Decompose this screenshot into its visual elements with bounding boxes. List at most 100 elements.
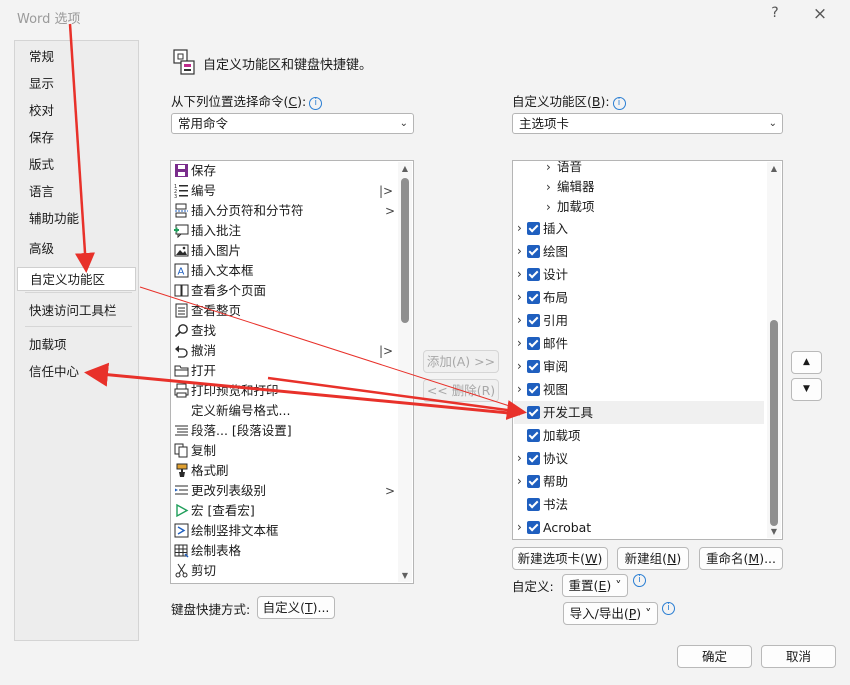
nav-item[interactable]: 语言 xyxy=(17,180,136,204)
command-item[interactable]: 定义新编号格式... xyxy=(173,401,397,421)
tab-checkbox[interactable] xyxy=(527,314,540,327)
nav-item[interactable]: 版式 xyxy=(17,153,136,177)
help-icon[interactable]: ? xyxy=(766,5,784,25)
tab-checkbox[interactable] xyxy=(527,268,540,281)
info-icon[interactable]: i xyxy=(633,574,646,587)
chevron-right-icon[interactable]: › xyxy=(517,309,522,332)
command-item[interactable]: 插入批注 xyxy=(173,221,397,241)
command-item[interactable]: 查找 xyxy=(173,321,397,341)
tab-checkbox[interactable] xyxy=(527,337,540,350)
ribbon-tab-item[interactable]: › 协议 xyxy=(514,447,764,470)
command-item[interactable]: 撤消 |> xyxy=(173,341,397,361)
ribbon-tab-item[interactable]: › 引用 xyxy=(514,309,764,332)
tab-checkbox[interactable] xyxy=(527,360,540,373)
rename-button[interactable]: 重命名(M)... xyxy=(699,547,783,570)
close-icon[interactable]: × xyxy=(810,4,830,26)
command-item[interactable]: 宏 [查看宏] xyxy=(173,501,397,521)
command-item[interactable]: 插入图片 xyxy=(173,241,397,261)
tab-checkbox[interactable] xyxy=(527,222,540,235)
chevron-right-icon[interactable]: › xyxy=(517,355,522,378)
scroll-down-icon[interactable]: ▼ xyxy=(400,571,410,580)
ribbon-tab-item[interactable]: › 绘图 xyxy=(514,240,764,263)
move-up-button[interactable]: ▲ xyxy=(791,351,822,374)
import-export-button[interactable]: 导入/导出(P) ˅ xyxy=(563,602,658,625)
ribbon-tab-item[interactable]: › Acrobat xyxy=(514,516,764,539)
reset-button[interactable]: 重置(E) ˅ xyxy=(562,574,628,597)
nav-item[interactable]: 常规 xyxy=(17,45,136,69)
tab-checkbox[interactable] xyxy=(527,245,540,258)
new-group-button[interactable]: 新建组(N) xyxy=(617,547,689,570)
ribbon-tab-item[interactable]: › 布局 xyxy=(514,286,764,309)
tab-checkbox[interactable] xyxy=(527,452,540,465)
tab-checkbox[interactable] xyxy=(527,291,540,304)
nav-item[interactable]: 信任中心 xyxy=(17,360,136,384)
chevron-right-icon[interactable]: › xyxy=(517,286,522,309)
command-item[interactable]: 复制 xyxy=(173,441,397,461)
cancel-button[interactable]: 取消 xyxy=(761,645,836,668)
chevron-right-icon[interactable]: › xyxy=(517,263,522,286)
remove-button[interactable]: << 删除(R) xyxy=(423,379,499,402)
nav-item[interactable]: 显示 xyxy=(17,72,136,96)
ribbon-tab-item[interactable]: › 邮件 xyxy=(514,332,764,355)
chevron-right-icon[interactable]: › xyxy=(546,197,551,217)
ok-button[interactable]: 确定 xyxy=(677,645,752,668)
command-item[interactable]: 绘制竖排文本框 xyxy=(173,521,397,541)
ribbon-tab-item[interactable]: › 视图 xyxy=(514,378,764,401)
command-item[interactable]: 绘制表格 xyxy=(173,541,397,561)
ribbon-tree-scrollbar[interactable]: ▲ ▼ xyxy=(767,162,781,538)
info-icon[interactable]: i xyxy=(309,97,323,110)
tab-checkbox[interactable] xyxy=(527,521,540,534)
command-item[interactable]: 格式刷 xyxy=(173,461,397,481)
ribbon-group-item[interactable]: › 语音 xyxy=(514,161,764,177)
ribbon-group-item[interactable]: › 加载项 xyxy=(514,197,764,217)
chevron-right-icon[interactable]: › xyxy=(517,217,522,240)
ribbon-group-item[interactable]: › 编辑器 xyxy=(514,177,764,197)
ribbon-tab-item[interactable]: › 帮助 xyxy=(514,470,764,493)
command-item[interactable]: 保存 xyxy=(173,161,397,181)
customize-shortcut-button[interactable]: 自定义(T)... xyxy=(257,596,335,619)
move-down-button[interactable]: ▼ xyxy=(791,378,822,401)
tab-checkbox[interactable] xyxy=(527,475,540,488)
scroll-thumb[interactable] xyxy=(770,320,778,526)
ribbon-tab-item[interactable]: 书法 xyxy=(514,493,764,516)
info-icon[interactable]: i xyxy=(612,97,626,110)
command-item[interactable]: 更改列表级别 > xyxy=(173,481,397,501)
commands-source-select[interactable]: 常用命令 ⌄ xyxy=(171,113,414,134)
ribbon-tabs-select[interactable]: 主选项卡 ⌄ xyxy=(512,113,783,134)
nav-item[interactable]: 快速访问工具栏 xyxy=(17,299,136,323)
ribbon-tab-item[interactable]: › 插入 xyxy=(514,217,764,240)
chevron-right-icon[interactable]: › xyxy=(517,447,522,470)
commands-list[interactable]: ▲ ▼ 保存 1 2 3 编号 |> 插入分页符和分节符 > 插入批注 插入图片 A 插入文本框 查看多… xyxy=(170,160,414,584)
ribbon-tab-item[interactable]: › 开发工具 xyxy=(514,401,764,424)
nav-item[interactable]: 校对 xyxy=(17,99,136,123)
chevron-right-icon[interactable]: › xyxy=(517,401,522,424)
command-item[interactable]: A 插入文本框 xyxy=(173,261,397,281)
chevron-right-icon[interactable]: › xyxy=(517,332,522,355)
nav-item[interactable]: 辅助功能 xyxy=(17,207,136,231)
chevron-right-icon[interactable]: › xyxy=(517,240,522,263)
command-item[interactable]: 剪切 xyxy=(173,561,397,581)
tab-checkbox[interactable] xyxy=(527,429,540,442)
tab-checkbox[interactable] xyxy=(527,406,540,419)
command-item[interactable]: 查看整页 xyxy=(173,301,397,321)
nav-item[interactable]: 加载项 xyxy=(17,333,136,357)
chevron-right-icon[interactable]: › xyxy=(517,470,522,493)
tab-checkbox[interactable] xyxy=(527,498,540,511)
scroll-thumb[interactable] xyxy=(401,178,409,323)
ribbon-tab-item[interactable]: › 审阅 xyxy=(514,355,764,378)
scroll-up-icon[interactable]: ▲ xyxy=(769,164,779,173)
scroll-down-icon[interactable]: ▼ xyxy=(769,527,779,536)
scroll-up-icon[interactable]: ▲ xyxy=(400,164,410,173)
chevron-right-icon[interactable]: › xyxy=(546,161,551,177)
command-item[interactable]: 1 2 3 编号 |> xyxy=(173,181,397,201)
nav-item[interactable]: 高级 xyxy=(17,237,136,261)
ribbon-tab-item[interactable]: › 设计 xyxy=(514,263,764,286)
commands-scrollbar[interactable]: ▲ ▼ xyxy=(398,162,412,582)
nav-item[interactable]: 自定义功能区 xyxy=(17,267,136,291)
chevron-right-icon[interactable]: › xyxy=(517,378,522,401)
info-icon[interactable]: i xyxy=(662,602,675,615)
command-item[interactable]: 段落... [段落设置] xyxy=(173,421,397,441)
ribbon-tree[interactable]: ▲ ▼ › 语音 › 编辑器 › 加载项 › 插入 › 绘图 › 设计 › 布局 › 引用 › 邮件 › 审阅 › 视图 ›… xyxy=(512,160,783,540)
chevron-right-icon[interactable]: › xyxy=(517,516,522,539)
ribbon-tab-item[interactable]: 加载项 xyxy=(514,424,764,447)
